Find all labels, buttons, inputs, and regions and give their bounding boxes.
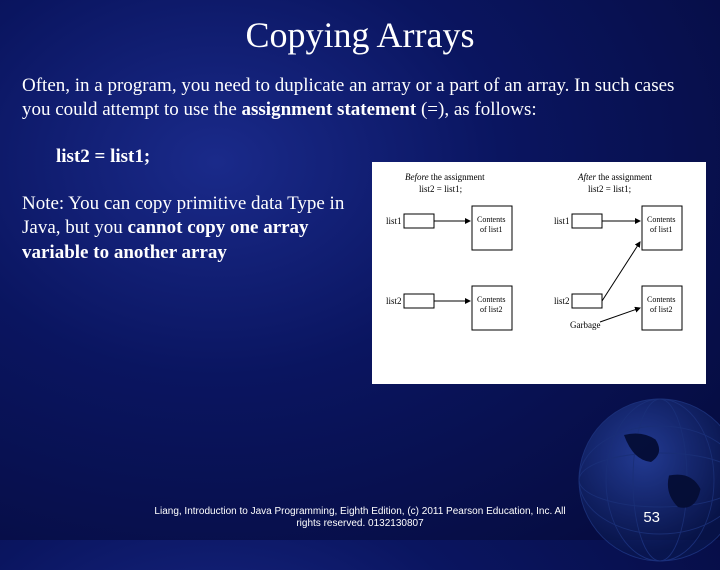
slide-title: Copying Arrays xyxy=(0,0,720,56)
note-paragraph: Note: You can copy primitive data Type i… xyxy=(0,192,360,266)
footer-citation: Liang, Introduction to Java Programming,… xyxy=(0,506,720,530)
footer-line-1: Liang, Introduction to Java Programming,… xyxy=(0,506,720,518)
list1-label-r: list1 xyxy=(554,216,570,226)
footer-line-2: rights reserved. 0132130807 xyxy=(0,518,720,530)
svg-text:Before the assignment: Before the assignment xyxy=(405,172,485,182)
c1b-l: of list1 xyxy=(480,225,502,234)
stmt-left: list2 = list1; xyxy=(419,184,462,194)
svg-text:After the assignment: After the assignment xyxy=(577,172,652,182)
after-italic: After xyxy=(577,172,596,182)
c1a-l: Contents xyxy=(477,215,505,224)
c2b-r: of list2 xyxy=(650,305,672,314)
list2-label-r: list2 xyxy=(554,296,570,306)
garbage-label: Garbage xyxy=(570,320,600,330)
globe-decoration xyxy=(570,390,720,570)
para-bold: assignment statement xyxy=(242,99,421,120)
stmt-right: list2 = list1; xyxy=(588,184,631,194)
page-number: 53 xyxy=(643,509,660,526)
c1a-r: Contents xyxy=(647,215,675,224)
array-assignment-diagram: .lbl { font: italic 9px "Times New Roman… xyxy=(372,162,706,384)
para-text-2: (=), as follows: xyxy=(421,99,537,120)
intro-paragraph: Often, in a program, you need to duplica… xyxy=(0,56,720,122)
c2b-l: of list2 xyxy=(480,305,502,314)
after-rest: the assignment xyxy=(596,172,652,182)
c2a-r: Contents xyxy=(647,295,675,304)
before-rest: the assignment xyxy=(429,172,485,182)
c1b-r: of list1 xyxy=(650,225,672,234)
list2-label-l: list2 xyxy=(386,296,402,306)
c2a-l: Contents xyxy=(477,295,505,304)
before-italic: Before xyxy=(405,172,429,182)
list1-label-l: list1 xyxy=(386,216,402,226)
